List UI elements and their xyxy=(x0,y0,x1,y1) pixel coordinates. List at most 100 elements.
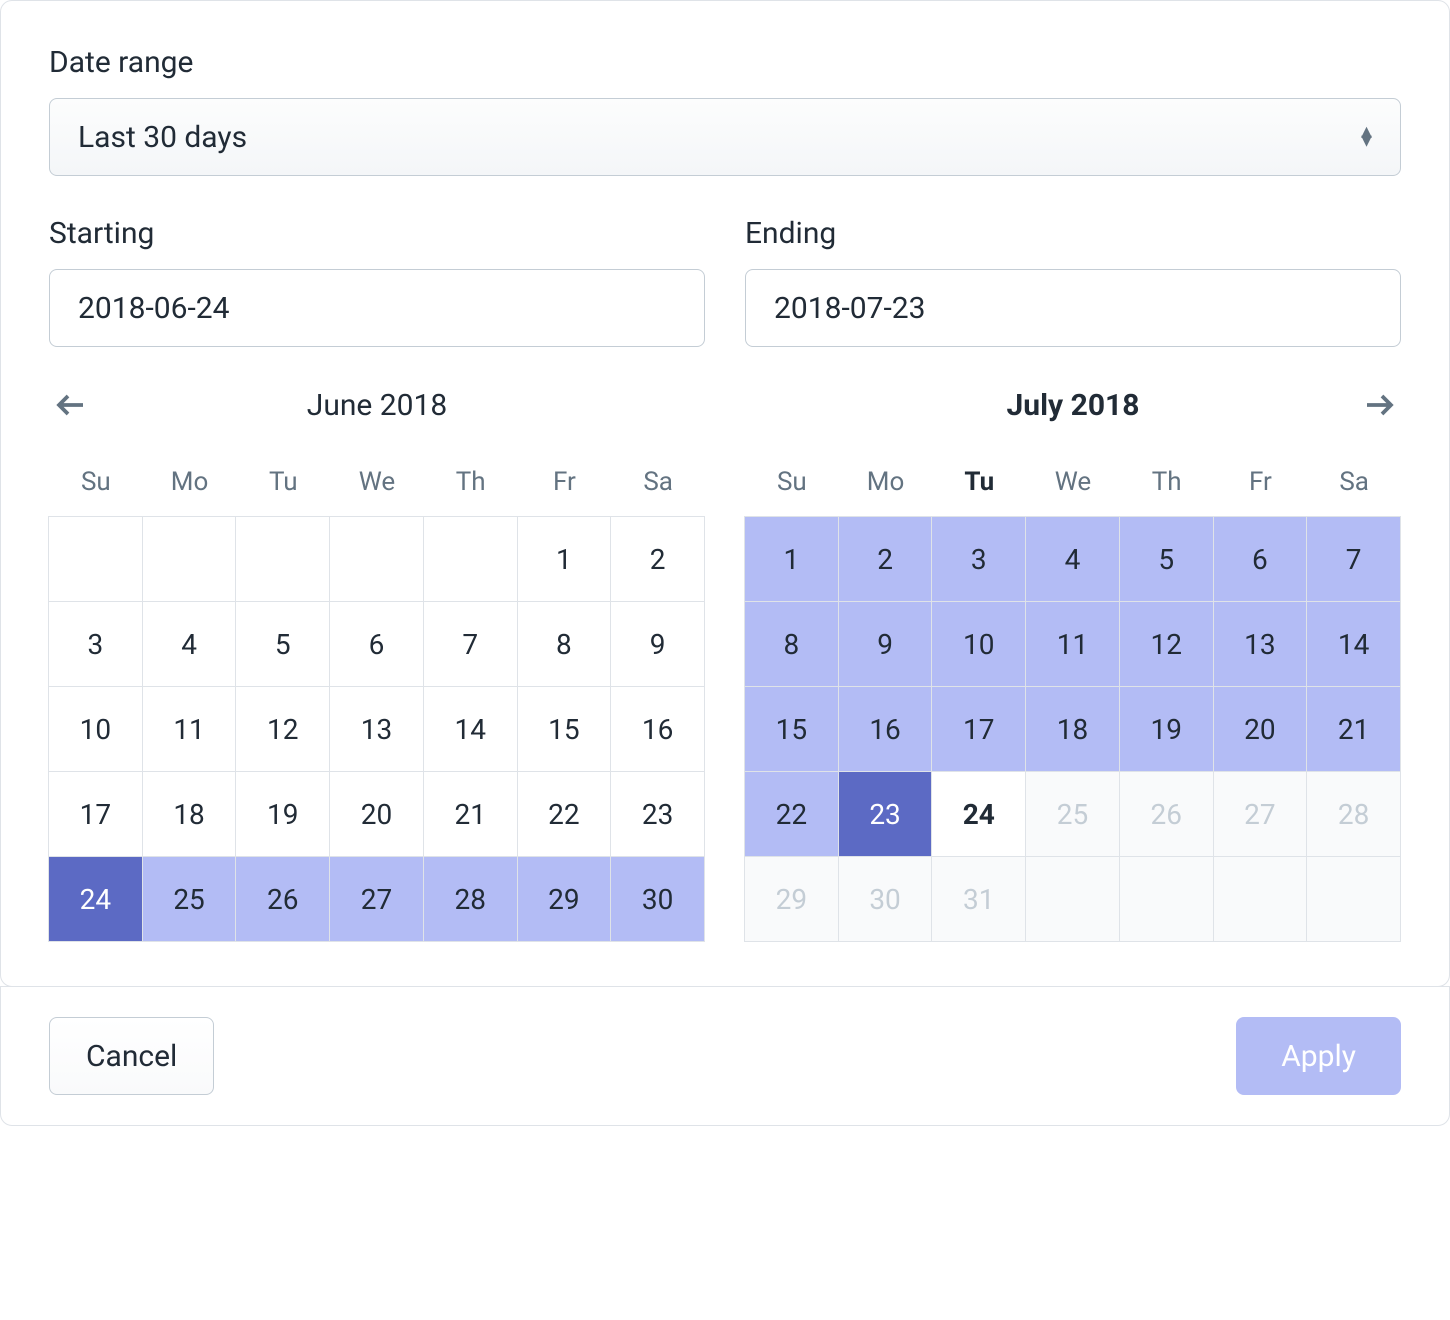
dow-cell: Fr xyxy=(1214,459,1308,505)
calendar-day[interactable]: 28 xyxy=(423,856,518,942)
calendar-day xyxy=(329,516,424,602)
calendar-day[interactable]: 6 xyxy=(329,601,424,687)
calendar-day[interactable]: 25 xyxy=(142,856,237,942)
dow-cell: Mo xyxy=(143,459,237,505)
calendar-day[interactable]: 16 xyxy=(610,686,705,772)
calendar-day xyxy=(1025,856,1120,942)
calendar-day[interactable]: 5 xyxy=(235,601,330,687)
ending-label: Ending xyxy=(745,216,1401,251)
calendar-day[interactable]: 8 xyxy=(744,601,839,687)
calendar-day[interactable]: 23 xyxy=(610,771,705,857)
cancel-button[interactable]: Cancel xyxy=(49,1017,214,1095)
calendar-day[interactable]: 26 xyxy=(235,856,330,942)
calendar-day[interactable]: 19 xyxy=(1119,686,1214,772)
calendar-day[interactable]: 20 xyxy=(329,771,424,857)
calendar-day: 25 xyxy=(1025,771,1120,857)
calendar-day[interactable]: 7 xyxy=(423,601,518,687)
calendar-day[interactable]: 17 xyxy=(931,686,1026,772)
calendar-right-dow: SuMoTuWeThFrSa xyxy=(745,459,1401,505)
calendar-left-grid: 1234567891011121314151617181920212223242… xyxy=(49,517,705,942)
calendar-day xyxy=(1213,856,1308,942)
date-range-picker: Date range Last 30 days ▴▾ Starting 2018… xyxy=(0,0,1450,1126)
calendar-day: 26 xyxy=(1119,771,1214,857)
arrow-left-icon xyxy=(53,387,89,423)
calendar-day[interactable]: 13 xyxy=(1213,601,1308,687)
calendar-day[interactable]: 1 xyxy=(744,516,839,602)
calendar-day[interactable]: 16 xyxy=(838,686,933,772)
calendar-day[interactable]: 24 xyxy=(931,771,1026,857)
calendar-day[interactable]: 10 xyxy=(48,686,143,772)
calendars-row: June 2018 SuMoTuWeThFrSa 123456789101112… xyxy=(49,375,1401,942)
calendar-left-title: June 2018 xyxy=(307,388,447,423)
calendar-day[interactable]: 15 xyxy=(517,686,612,772)
calendar-day[interactable]: 18 xyxy=(1025,686,1120,772)
dow-cell: Su xyxy=(745,459,839,505)
calendar-day[interactable]: 20 xyxy=(1213,686,1308,772)
calendar-day[interactable]: 22 xyxy=(744,771,839,857)
calendar-right-grid: 1234567891011121314151617181920212223242… xyxy=(745,517,1401,942)
calendar-day[interactable]: 11 xyxy=(1025,601,1120,687)
calendar-day[interactable]: 15 xyxy=(744,686,839,772)
dow-cell: We xyxy=(330,459,424,505)
calendar-day: 31 xyxy=(931,856,1026,942)
calendar-day[interactable]: 3 xyxy=(48,601,143,687)
calendar-day[interactable]: 17 xyxy=(48,771,143,857)
calendar-day[interactable]: 12 xyxy=(1119,601,1214,687)
ending-input-value: 2018-07-23 xyxy=(774,291,925,326)
starting-input-value: 2018-06-24 xyxy=(78,291,229,326)
calendar-day[interactable]: 9 xyxy=(610,601,705,687)
dow-cell: Sa xyxy=(1307,459,1401,505)
calendar-day xyxy=(1306,856,1401,942)
calendar-day[interactable]: 24 xyxy=(48,856,143,942)
calendar-day[interactable]: 4 xyxy=(1025,516,1120,602)
calendar-day[interactable]: 5 xyxy=(1119,516,1214,602)
calendar-day[interactable]: 29 xyxy=(517,856,612,942)
calendar-day[interactable]: 21 xyxy=(1306,686,1401,772)
dow-cell: Fr xyxy=(518,459,612,505)
calendar-day[interactable]: 3 xyxy=(931,516,1026,602)
prev-month-button[interactable] xyxy=(49,383,93,427)
calendar-day[interactable]: 22 xyxy=(517,771,612,857)
calendar-day[interactable]: 27 xyxy=(329,856,424,942)
calendar-day[interactable]: 1 xyxy=(517,516,612,602)
calendar-day[interactable]: 7 xyxy=(1306,516,1401,602)
calendar-day[interactable]: 9 xyxy=(838,601,933,687)
starting-label: Starting xyxy=(49,216,705,251)
calendar-day[interactable]: 30 xyxy=(610,856,705,942)
calendar-day[interactable]: 14 xyxy=(423,686,518,772)
date-range-select-value: Last 30 days xyxy=(78,120,247,155)
starting-col: Starting 2018-06-24 xyxy=(49,216,705,347)
calendar-day[interactable]: 6 xyxy=(1213,516,1308,602)
calendar-day xyxy=(48,516,143,602)
calendar-day[interactable]: 2 xyxy=(610,516,705,602)
dow-cell: Tu xyxy=(932,459,1026,505)
calendar-day[interactable]: 18 xyxy=(142,771,237,857)
date-inputs-row: Starting 2018-06-24 Ending 2018-07-23 xyxy=(49,216,1401,347)
calendar-day[interactable]: 23 xyxy=(838,771,933,857)
dow-cell: Mo xyxy=(839,459,933,505)
dow-cell: We xyxy=(1026,459,1120,505)
calendar-day[interactable]: 19 xyxy=(235,771,330,857)
date-range-select[interactable]: Last 30 days ▴▾ xyxy=(49,98,1401,176)
calendar-left-dow: SuMoTuWeThFrSa xyxy=(49,459,705,505)
calendar-day[interactable]: 13 xyxy=(329,686,424,772)
apply-button[interactable]: Apply xyxy=(1236,1017,1401,1095)
ending-input[interactable]: 2018-07-23 xyxy=(745,269,1401,347)
calendar-day[interactable]: 2 xyxy=(838,516,933,602)
calendar-right-title: July 2018 xyxy=(1007,388,1140,423)
calendar-right: July 2018 SuMoTuWeThFrSa 123456789101112… xyxy=(745,375,1401,942)
calendar-day[interactable]: 14 xyxy=(1306,601,1401,687)
dow-cell: Th xyxy=(1120,459,1214,505)
calendar-day[interactable]: 11 xyxy=(142,686,237,772)
starting-input[interactable]: 2018-06-24 xyxy=(49,269,705,347)
date-range-select-wrap: Last 30 days ▴▾ xyxy=(49,98,1401,176)
calendar-day[interactable]: 21 xyxy=(423,771,518,857)
next-month-button[interactable] xyxy=(1357,383,1401,427)
calendar-day[interactable]: 8 xyxy=(517,601,612,687)
calendar-day[interactable]: 12 xyxy=(235,686,330,772)
calendar-day xyxy=(235,516,330,602)
ending-col: Ending 2018-07-23 xyxy=(745,216,1401,347)
calendar-day[interactable]: 4 xyxy=(142,601,237,687)
calendar-day: 29 xyxy=(744,856,839,942)
calendar-day[interactable]: 10 xyxy=(931,601,1026,687)
